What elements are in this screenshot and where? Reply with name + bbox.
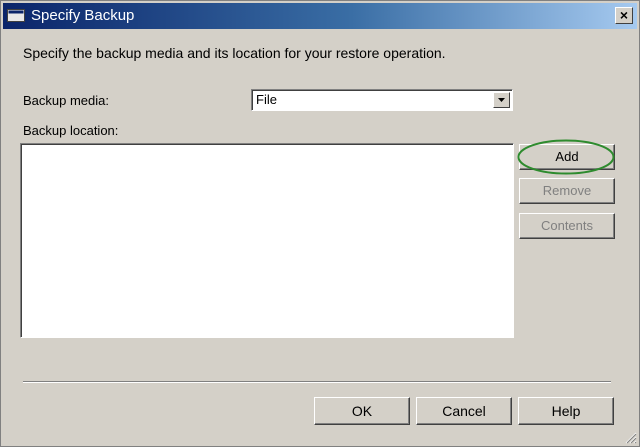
backup-location-label: Backup location: xyxy=(23,123,119,138)
help-button[interactable]: Help xyxy=(518,397,614,425)
backup-media-select[interactable]: File xyxy=(251,89,513,111)
remove-button[interactable]: Remove xyxy=(519,178,615,204)
ok-button[interactable]: OK xyxy=(314,397,410,425)
dropdown-arrow-button[interactable] xyxy=(493,92,510,108)
title-bar[interactable]: Specify Backup × xyxy=(3,3,637,29)
backup-location-list[interactable] xyxy=(20,143,514,338)
backup-media-value: File xyxy=(256,92,277,107)
dialog-title: Specify Backup xyxy=(31,7,135,24)
contents-button[interactable]: Contents xyxy=(519,213,615,239)
add-button[interactable]: Add xyxy=(519,144,615,170)
specify-backup-dialog: Specify Backup × Specify the backup medi… xyxy=(0,0,640,447)
instruction-text: Specify the backup media and its locatio… xyxy=(23,45,446,61)
dialog-icon xyxy=(7,9,25,22)
chevron-down-icon xyxy=(498,98,505,102)
separator xyxy=(23,381,611,383)
resize-grip-icon[interactable] xyxy=(625,432,637,444)
close-button[interactable]: × xyxy=(615,7,633,24)
cancel-button[interactable]: Cancel xyxy=(416,397,512,425)
backup-media-label: Backup media: xyxy=(23,93,109,108)
